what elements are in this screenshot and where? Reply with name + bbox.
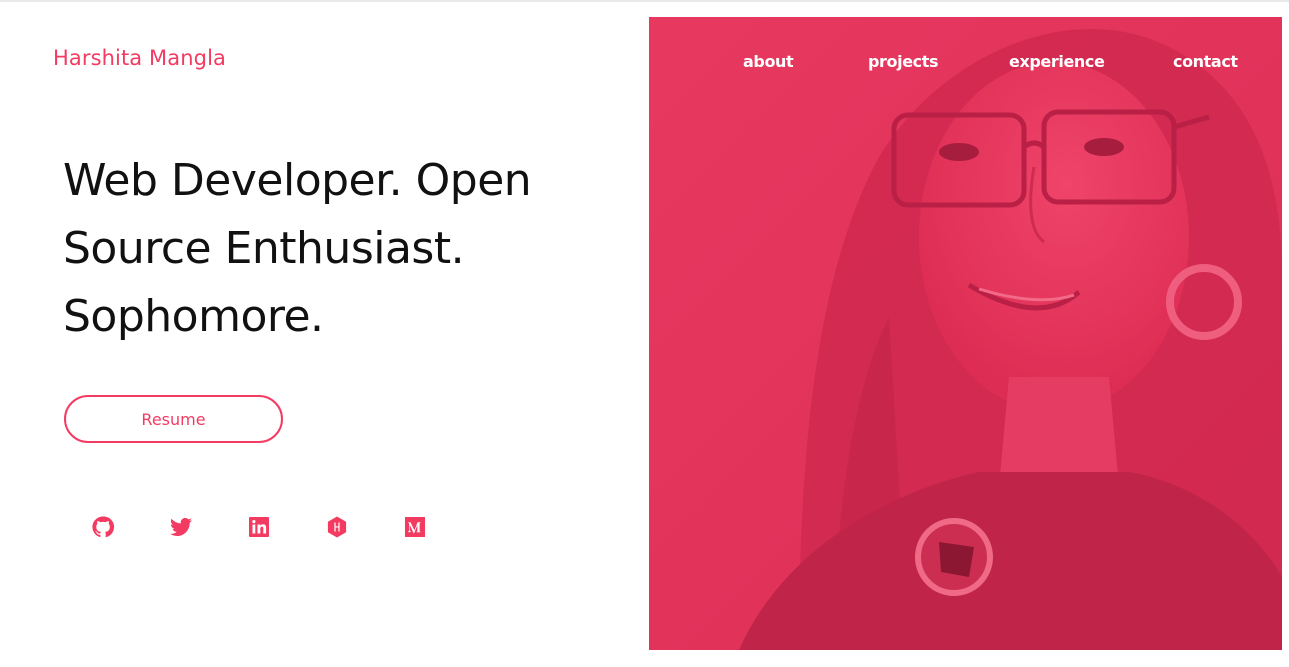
hashnode-icon bbox=[327, 516, 347, 538]
linkedin-icon bbox=[249, 517, 269, 537]
medium-icon bbox=[405, 517, 425, 537]
medium-link[interactable] bbox=[402, 514, 428, 540]
nav-about[interactable]: about bbox=[743, 52, 794, 71]
hero-headline: Web Developer. Open Source Enthusiast. S… bbox=[63, 155, 532, 342]
brand-logo-link[interactable]: Harshita Mangla bbox=[53, 46, 226, 70]
nav-experience[interactable]: experience bbox=[1009, 52, 1105, 71]
social-links bbox=[90, 514, 428, 540]
top-border bbox=[0, 0, 1289, 2]
nav-projects[interactable]: projects bbox=[868, 52, 939, 71]
linkedin-link[interactable] bbox=[246, 514, 272, 540]
nav-contact[interactable]: contact bbox=[1173, 52, 1238, 71]
github-icon bbox=[92, 516, 115, 538]
github-link[interactable] bbox=[90, 514, 116, 540]
hashnode-link[interactable] bbox=[324, 514, 350, 540]
twitter-icon bbox=[170, 517, 192, 536]
portrait-photo bbox=[649, 17, 1282, 650]
twitter-link[interactable] bbox=[168, 514, 194, 540]
hero-portrait bbox=[649, 17, 1282, 650]
resume-button[interactable]: Resume bbox=[64, 395, 283, 443]
